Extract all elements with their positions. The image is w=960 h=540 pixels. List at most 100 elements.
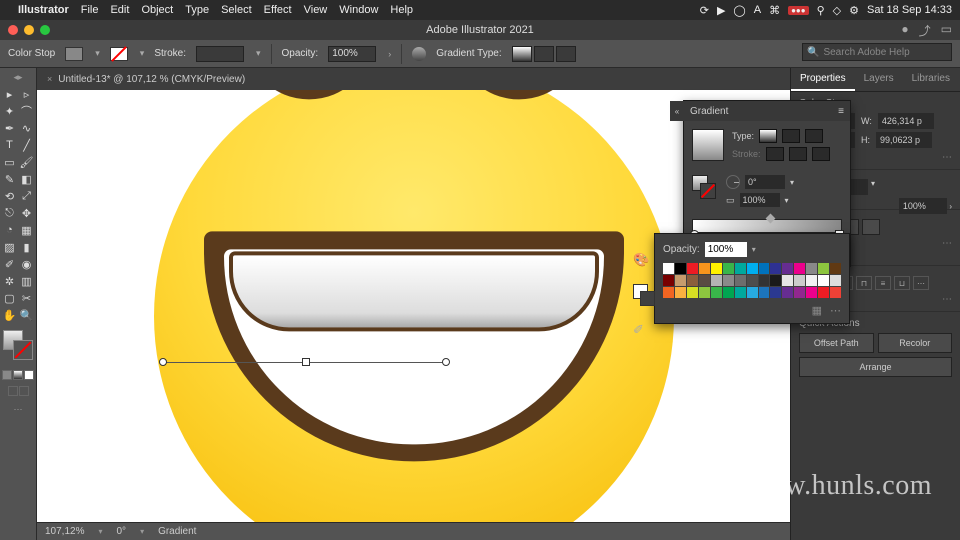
- midpoint-diamond[interactable]: [766, 214, 776, 224]
- gradient-mid-handle[interactable]: [302, 358, 310, 366]
- swatch-menu-icon[interactable]: ⋯: [830, 304, 841, 317]
- status-icon[interactable]: A: [754, 4, 761, 16]
- swatch[interactable]: [675, 287, 686, 298]
- eyedropper-tool[interactable]: ✐: [2, 256, 18, 272]
- status-icon[interactable]: ⟳: [700, 4, 709, 17]
- eraser-tool[interactable]: ◧: [19, 171, 35, 187]
- width-tool[interactable]: ⎋: [2, 205, 18, 221]
- paintbrush-tool[interactable]: 🖌: [19, 154, 35, 170]
- swatch[interactable]: [770, 275, 781, 286]
- user-avatar-icon[interactable]: ●: [901, 22, 908, 39]
- hand-tool[interactable]: ✋: [2, 307, 18, 323]
- swatch[interactable]: [711, 263, 722, 274]
- status-icon[interactable]: ⌘: [769, 4, 780, 17]
- swatch[interactable]: [699, 263, 710, 274]
- fill-swatch[interactable]: [65, 47, 83, 61]
- color-mode-buttons[interactable]: [2, 370, 34, 380]
- tab-libraries[interactable]: Libraries: [903, 68, 959, 91]
- swatch[interactable]: [759, 263, 770, 274]
- swatch[interactable]: [794, 287, 805, 298]
- chevron-down-icon[interactable]: ▾: [95, 48, 100, 59]
- status-icon[interactable]: ◯: [733, 4, 745, 17]
- gradient-preview[interactable]: [692, 129, 724, 161]
- opacity-input[interactable]: 100%: [328, 46, 376, 62]
- line-tool[interactable]: ╱: [19, 137, 35, 153]
- swatch[interactable]: [806, 287, 817, 298]
- menu-type[interactable]: Type: [185, 4, 209, 16]
- swatch[interactable]: [723, 263, 734, 274]
- swatch[interactable]: [675, 275, 686, 286]
- tab-layers[interactable]: Layers: [855, 68, 903, 91]
- gradient-type-radial[interactable]: [534, 46, 554, 62]
- panel-menu-icon[interactable]: ≡: [838, 106, 844, 117]
- eyedropper-icon[interactable]: ✐: [633, 322, 655, 338]
- menu-window[interactable]: Window: [339, 4, 378, 16]
- help-search-input[interactable]: 🔍 Search Adobe Help: [802, 43, 952, 61]
- recolor-icon[interactable]: [412, 47, 426, 61]
- artboard-tool[interactable]: ▢: [2, 290, 18, 306]
- swatch[interactable]: [830, 287, 841, 298]
- perspective-tool[interactable]: ▦: [19, 222, 35, 238]
- graph-tool[interactable]: ▥: [19, 273, 35, 289]
- document-tab[interactable]: × Untitled-13* @ 107,12 % (CMYK/Preview): [37, 68, 255, 90]
- swatch[interactable]: [735, 287, 746, 298]
- h-value-field[interactable]: 99,0623 p: [876, 132, 932, 148]
- align-bottom[interactable]: ⊔: [894, 276, 910, 290]
- swatch[interactable]: [818, 287, 829, 298]
- swatch[interactable]: [687, 263, 698, 274]
- menu-help[interactable]: Help: [390, 4, 413, 16]
- gradient-type-radial[interactable]: [782, 129, 800, 143]
- wifi-icon[interactable]: ◇: [833, 4, 841, 17]
- swatch[interactable]: [747, 287, 758, 298]
- recolor-button[interactable]: Recolor: [878, 333, 953, 353]
- tab-properties[interactable]: Properties: [791, 68, 855, 91]
- swatch[interactable]: [711, 275, 722, 286]
- swatch[interactable]: [806, 275, 817, 286]
- swatch[interactable]: [699, 275, 710, 286]
- swatch[interactable]: [687, 275, 698, 286]
- rotate-tool[interactable]: ⟲: [2, 188, 18, 204]
- swatch[interactable]: [782, 287, 793, 298]
- gradient-fill-stroke-toggle[interactable]: [692, 175, 716, 199]
- align-vcenter[interactable]: ≡: [875, 276, 891, 290]
- swatch[interactable]: [818, 275, 829, 286]
- offset-path-button[interactable]: Offset Path: [799, 333, 874, 353]
- menu-effect[interactable]: Effect: [264, 4, 292, 16]
- angle-input[interactable]: 0°: [745, 175, 785, 189]
- swatch[interactable]: [687, 287, 698, 298]
- scale-tool[interactable]: ⤢: [19, 188, 35, 204]
- rotate-view[interactable]: 0°: [117, 526, 127, 537]
- direct-selection-tool[interactable]: ▹: [19, 86, 35, 102]
- swatch[interactable]: [770, 287, 781, 298]
- rectangle-tool[interactable]: ▭: [2, 154, 18, 170]
- arrange-button[interactable]: Arrange: [799, 357, 952, 377]
- mesh-tool[interactable]: ▨: [2, 239, 18, 255]
- pathfinder-btn[interactable]: [862, 219, 880, 235]
- symbol-sprayer-tool[interactable]: ✲: [2, 273, 18, 289]
- swatch[interactable]: [675, 263, 686, 274]
- swatch[interactable]: [711, 287, 722, 298]
- swatch[interactable]: [794, 263, 805, 274]
- swatch[interactable]: [735, 263, 746, 274]
- fill-stroke-control[interactable]: [3, 330, 33, 360]
- menubar-clock[interactable]: Sat 18 Sep 14:33: [867, 4, 952, 16]
- chevron-right-icon[interactable]: ›: [388, 49, 391, 59]
- swatches-popover[interactable]: 🎨 ✐ Opacity: 100% ▾ ▦ ⋯: [654, 233, 850, 324]
- menu-view[interactable]: View: [304, 4, 328, 16]
- toolbox-grip-icon[interactable]: ◂▸: [13, 72, 22, 83]
- status-icon[interactable]: ▶: [717, 4, 725, 17]
- arrange-icon[interactable]: ▭: [941, 22, 952, 39]
- swatch[interactable]: [735, 275, 746, 286]
- gradient-start-handle[interactable]: [159, 358, 167, 366]
- menubar-appname[interactable]: Illustrator: [18, 4, 69, 16]
- swatch[interactable]: [806, 263, 817, 274]
- selection-tool[interactable]: ▸: [2, 86, 18, 102]
- gradient-type-freeform[interactable]: [556, 46, 576, 62]
- swatch[interactable]: [830, 275, 841, 286]
- swatch[interactable]: [723, 275, 734, 286]
- swatch[interactable]: [699, 287, 710, 298]
- angle-dial[interactable]: [726, 175, 740, 189]
- gradient-type-linear[interactable]: [759, 129, 777, 143]
- edit-toolbar-icon[interactable]: ⋯: [14, 404, 23, 415]
- type-tool[interactable]: T: [2, 137, 18, 153]
